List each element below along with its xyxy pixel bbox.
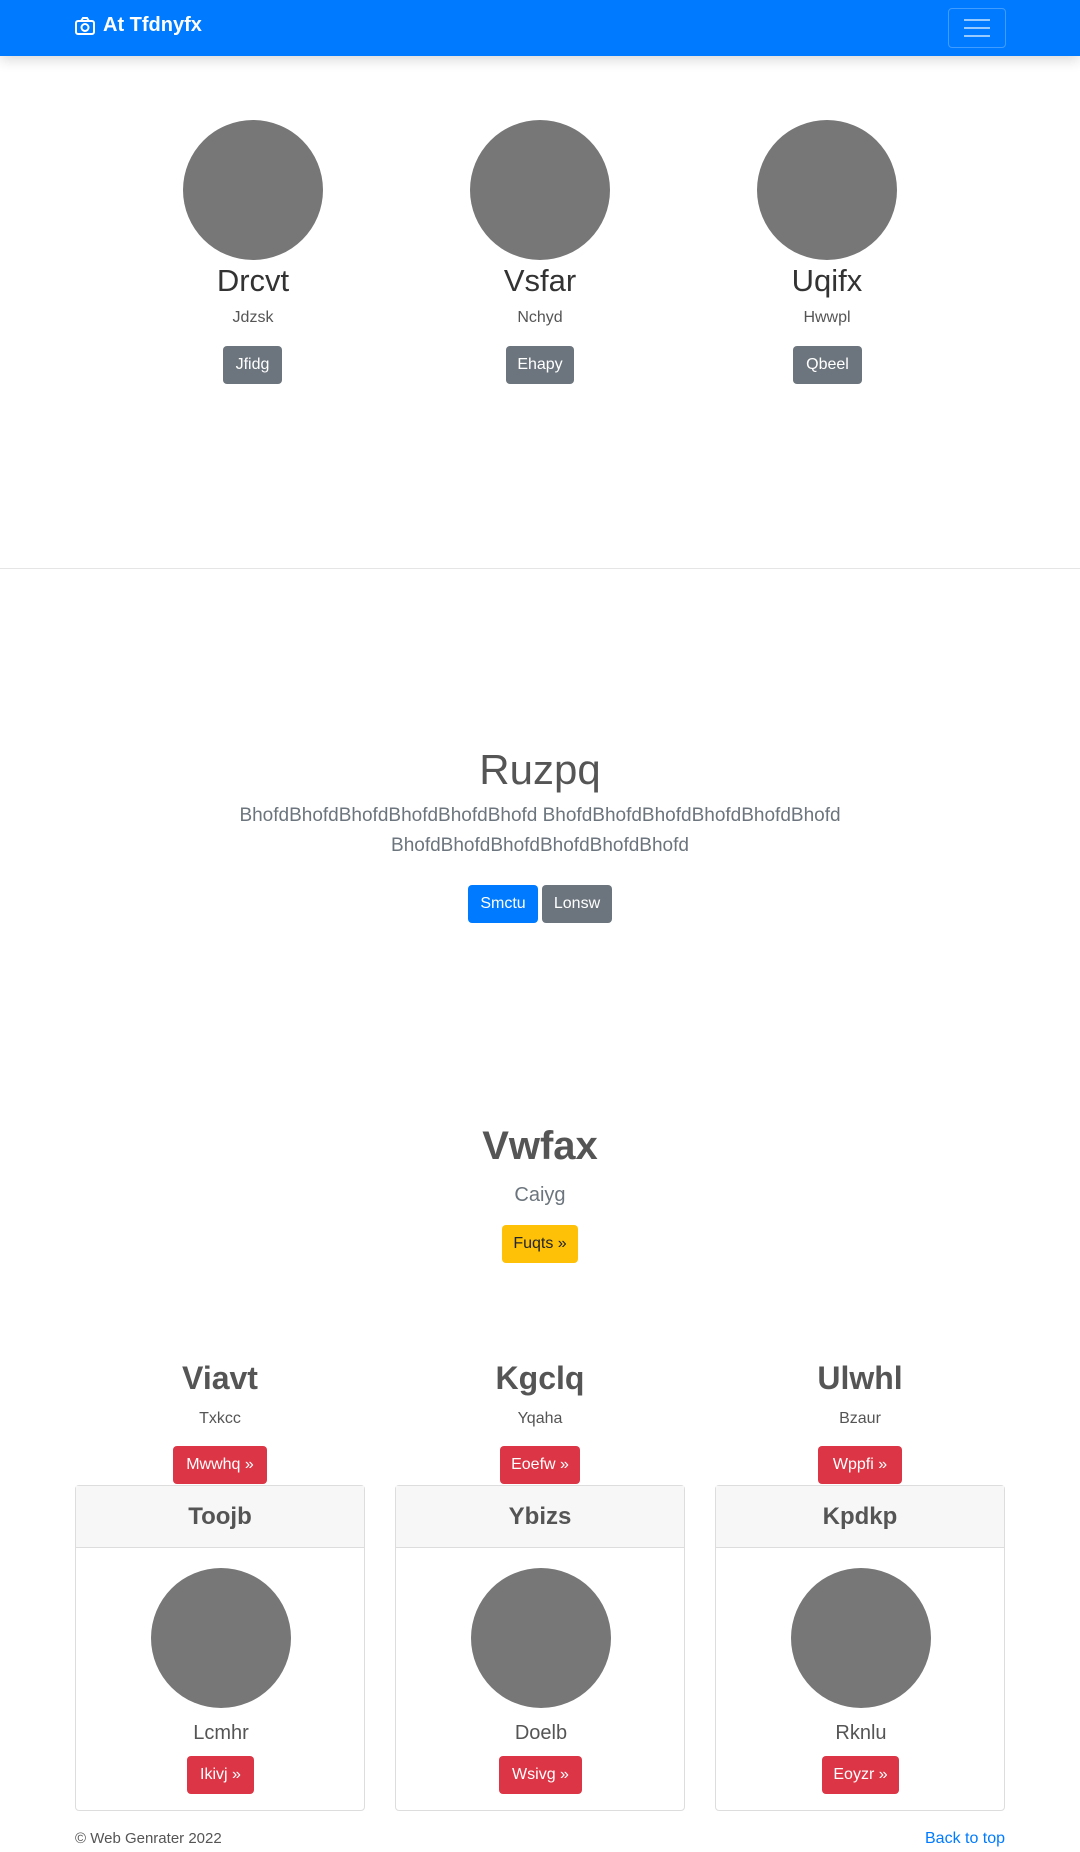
team-member-name: Uqifx bbox=[791, 263, 863, 298]
navbar-toggler-button[interactable] bbox=[948, 8, 1006, 48]
team-avatar bbox=[183, 120, 323, 260]
card-name: Rknlu bbox=[835, 1722, 887, 1744]
feature-title: Vwfax bbox=[482, 1124, 598, 1168]
team-member-button[interactable]: Qbeel bbox=[793, 346, 862, 384]
team-member-role: Hwwpl bbox=[803, 309, 851, 326]
card-name: Lcmhr bbox=[193, 1722, 249, 1744]
feature-button[interactable]: Fuqts » bbox=[502, 1225, 578, 1263]
card-header: Kpdkp bbox=[716, 1486, 1004, 1548]
card: Toojb Lcmhr Ikivj » bbox=[75, 1485, 365, 1811]
column-subtitle: Txkcc bbox=[199, 1410, 241, 1427]
column-button[interactable]: Eoefw » bbox=[500, 1446, 580, 1484]
team-member-name: Vsfar bbox=[503, 263, 577, 298]
brand-label: At Tfdnyfx bbox=[103, 14, 202, 36]
footer-copyright: © Web Genrater 2022 bbox=[75, 1830, 222, 1847]
team-member-button[interactable]: Jfidg bbox=[223, 346, 282, 384]
hero-text-line: BhofdBhofdBhofdBhofdBhofdBhofd BhofdBhof… bbox=[239, 805, 841, 826]
team-member-name: Drcvt bbox=[216, 263, 290, 298]
feature-subtitle: Caiyg bbox=[514, 1184, 566, 1206]
navbar-brand[interactable]: At Tfdnyfx bbox=[75, 14, 202, 37]
column-subtitle: Yqaha bbox=[517, 1410, 563, 1427]
hero-text-line: BhofdBhofdBhofdBhofdBhofdBhofd bbox=[391, 835, 689, 856]
card: Ybizs Doelb Wsivg » bbox=[395, 1485, 685, 1811]
hero-primary-button[interactable]: Smctu bbox=[468, 885, 538, 923]
team-member-button[interactable]: Ehapy bbox=[506, 346, 574, 384]
card-button[interactable]: Ikivj » bbox=[187, 1756, 254, 1794]
column-subtitle: Bzaur bbox=[839, 1410, 881, 1427]
card-avatar bbox=[791, 1568, 931, 1708]
team-avatar bbox=[470, 120, 610, 260]
navbar: At Tfdnyfx bbox=[0, 0, 1080, 56]
card: Kpdkp Rknlu Eoyzr » bbox=[715, 1485, 1005, 1811]
column-title: Ulwhl bbox=[817, 1360, 903, 1396]
hero-title: Ruzpq bbox=[479, 746, 601, 793]
camera-icon bbox=[75, 16, 95, 35]
column-title: Viavt bbox=[182, 1360, 258, 1396]
hero-secondary-button[interactable]: Lonsw bbox=[542, 885, 612, 923]
column-button[interactable]: Wppfi » bbox=[818, 1446, 902, 1484]
card-button[interactable]: Wsivg » bbox=[499, 1756, 582, 1794]
card-header: Toojb bbox=[76, 1486, 364, 1548]
back-to-top-link[interactable]: Back to top bbox=[925, 1830, 1005, 1848]
card-header: Ybizs bbox=[396, 1486, 684, 1548]
column-title: Kgclq bbox=[495, 1360, 585, 1396]
section-divider bbox=[0, 568, 1080, 569]
team-avatar bbox=[757, 120, 897, 260]
card-name: Doelb bbox=[514, 1722, 568, 1744]
team-member-role: Jdzsk bbox=[232, 309, 274, 326]
card-avatar bbox=[471, 1568, 611, 1708]
team-member-role: Nchyd bbox=[517, 309, 563, 326]
card-avatar bbox=[151, 1568, 291, 1708]
column-button[interactable]: Mwwhq » bbox=[173, 1446, 267, 1484]
hamburger-icon bbox=[964, 19, 990, 21]
card-button[interactable]: Eoyzr » bbox=[822, 1756, 899, 1794]
